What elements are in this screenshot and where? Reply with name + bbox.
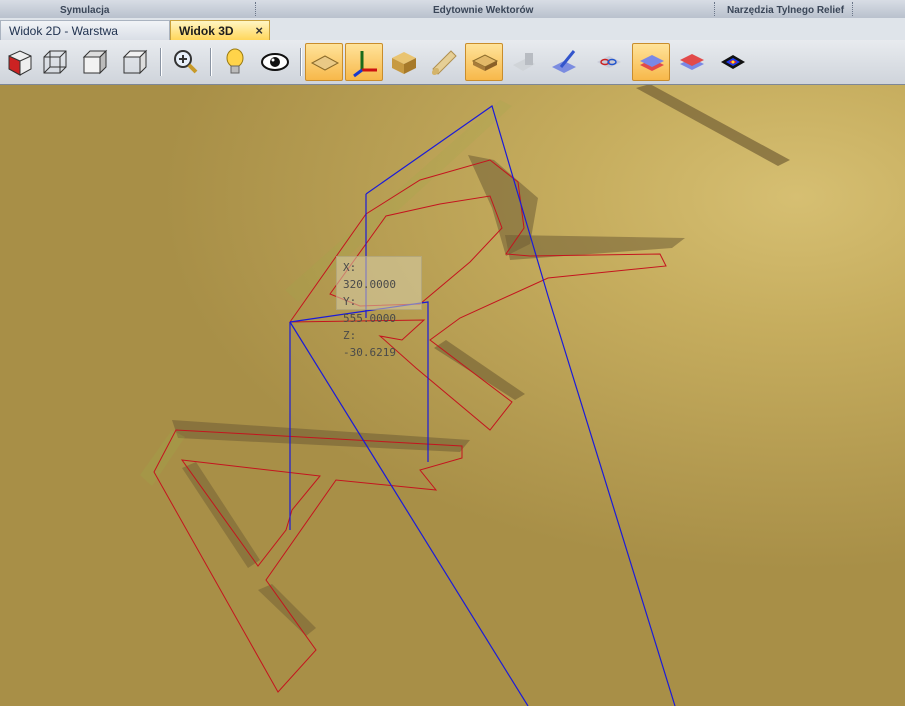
zoom-button[interactable]	[166, 43, 204, 81]
material-box-icon	[392, 52, 416, 74]
side-view-button[interactable]	[116, 43, 154, 81]
plane-toggle-button[interactable]	[305, 43, 343, 81]
panel-splitter[interactable]	[255, 2, 259, 16]
vector-layers-button[interactable]	[590, 43, 628, 81]
paint-brush-icon	[552, 50, 576, 73]
layer-stack-button[interactable]	[632, 43, 670, 81]
tab-3d-label: Widok 3D	[179, 24, 234, 38]
view-tab-bar: Widok 2D - Warstwa Bitmapy Widok 3D ×	[0, 18, 905, 58]
paint-brush-button[interactable]	[545, 43, 583, 81]
panel-header-bar: Symulacja Edytownie Wektorów Narzędzia T…	[0, 0, 905, 19]
lighting-button[interactable]	[216, 43, 254, 81]
relief-layer-button[interactable]	[465, 43, 503, 81]
front-view-icon	[82, 49, 108, 75]
bounding-box-lines	[289, 105, 676, 706]
zoom-in-icon	[174, 50, 198, 74]
panel-header-vector-editing[interactable]: Edytownie Wektorów	[433, 0, 533, 18]
coord-z: Z: -30.6219	[343, 329, 396, 359]
visibility-button[interactable]	[256, 43, 294, 81]
toolbar-separator	[210, 48, 211, 76]
panel-splitter[interactable]	[714, 2, 718, 16]
red-layer-button[interactable]	[673, 43, 711, 81]
iso-view-icon	[8, 50, 32, 76]
coord-x: X: 320.0000	[343, 261, 396, 291]
layer-stack-icon	[640, 55, 664, 71]
wireframe-cube-icon	[43, 50, 67, 74]
colour-shade-button[interactable]	[714, 43, 752, 81]
vector-layers-icon	[597, 56, 621, 68]
axes-icon	[353, 51, 377, 78]
toolbar-separator	[300, 48, 301, 76]
close-icon[interactable]: ×	[255, 21, 263, 41]
axes-toggle-button[interactable]	[345, 43, 383, 81]
surface-grey-button[interactable]	[505, 43, 543, 81]
view-toolbar	[0, 40, 905, 85]
panel-header-simulation[interactable]: Symulacja	[60, 0, 109, 18]
coordinate-readout: X: 320.0000 Y: 555.0000 Z: -30.6219	[336, 256, 422, 359]
eye-icon	[261, 53, 289, 71]
colour-shade-icon	[721, 55, 745, 69]
plane-toggle-icon	[310, 55, 340, 71]
side-view-icon	[122, 49, 148, 75]
tab-3d-view[interactable]: Widok 3D ×	[170, 20, 270, 40]
red-layer-icon	[680, 54, 704, 70]
cylinder-material-icon	[431, 50, 457, 76]
panel-header-back-relief-tools[interactable]: Narzędzia Tylnego Relief	[727, 0, 844, 18]
relief-layer-icon	[471, 54, 499, 71]
wireframe-view-button[interactable]	[36, 43, 74, 81]
panel-splitter[interactable]	[852, 2, 856, 16]
material-box-button[interactable]	[385, 43, 423, 81]
tab-2d-view[interactable]: Widok 2D - Warstwa Bitmapy	[0, 20, 170, 58]
iso-view-button[interactable]	[0, 43, 38, 81]
3d-viewport[interactable]: X: 320.0000 Y: 555.0000 Z: -30.6219	[0, 85, 905, 706]
toolbar-separator	[160, 48, 161, 76]
cylinder-material-button[interactable]	[425, 43, 463, 81]
coord-y: Y: 555.0000	[343, 295, 396, 325]
front-view-button[interactable]	[76, 43, 114, 81]
light-bulb-icon	[226, 48, 244, 74]
surface-grey-icon	[513, 53, 535, 71]
scene-canvas[interactable]	[0, 85, 905, 706]
